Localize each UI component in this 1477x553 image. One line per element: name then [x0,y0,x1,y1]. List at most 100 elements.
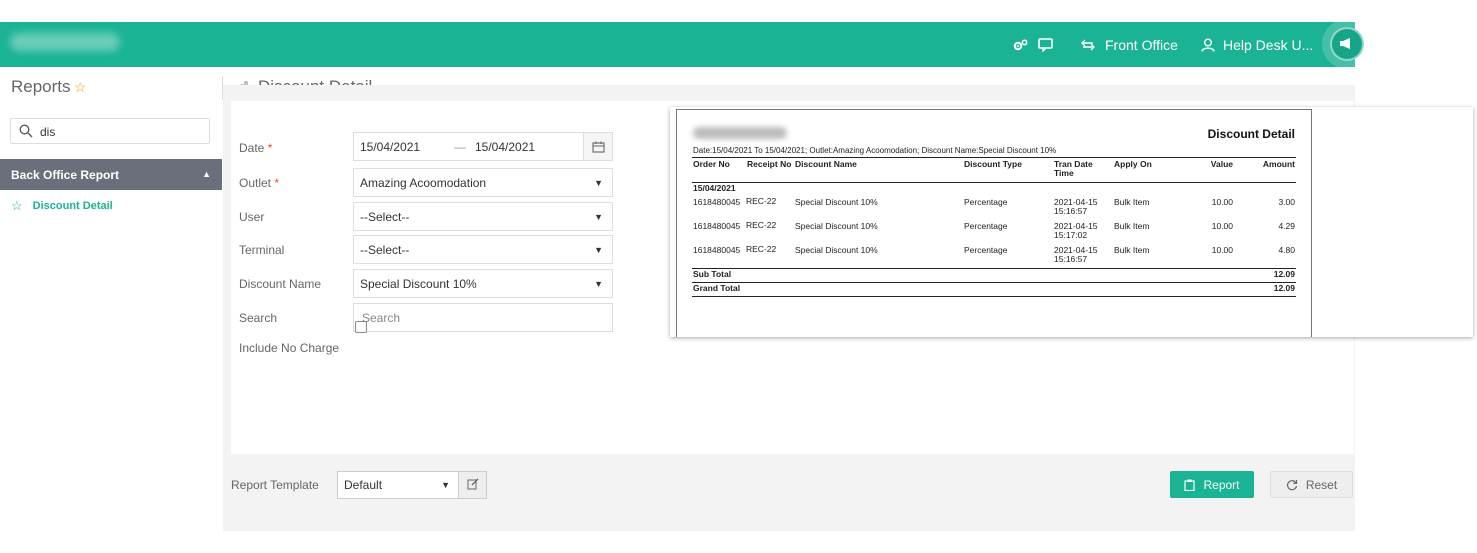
cell-name: Special Discount 10% [795,197,878,207]
terminal-label: Terminal [239,243,285,257]
sidebar-search-input[interactable] [38,122,202,142]
report-title: Discount Detail [1207,127,1295,141]
sub-total-value: 12.09 [1273,269,1295,279]
sidebar-item-discount-detail[interactable]: ☆ Discount Detail [11,198,113,214]
reset-button[interactable]: Reset [1270,471,1353,498]
section-back-office-report[interactable]: Back Office Report ▲ [0,159,222,190]
clipboard-icon [1184,479,1196,491]
dropdown-arrow-icon: ▼ [594,212,603,222]
cell-order: 1618480045 [693,245,741,255]
section-label: Back Office Report [11,167,120,182]
cell-type: Percentage [964,245,1008,255]
cell-type: Percentage [964,197,1008,207]
report-company-name-blurred [693,127,787,139]
chat-icon[interactable] [1038,22,1054,67]
settings-icon[interactable] [1013,22,1029,67]
switch-arrows-icon [1081,39,1095,51]
sidebar-title: Reports [11,77,71,96]
cell-apply: Bulk Item [1114,245,1150,255]
col-amount: Amount [1262,159,1295,169]
cell-type: Percentage [964,221,1008,231]
front-office-label: Front Office [1105,36,1178,53]
sidebar-search[interactable] [10,118,210,144]
outlet-label: Outlet * [239,176,280,190]
report-button[interactable]: Report [1170,471,1254,498]
sidebar: Reports ☆ Back Office Report ▲ ☆ Discoun… [0,67,222,553]
report-document: Discount Detail Date:15/04/2021 To 15/04… [676,109,1312,337]
front-office-link[interactable]: Front Office [1081,22,1178,67]
favorite-star-icon[interactable]: ☆ [74,79,87,96]
cell-value: 10.00 [1211,197,1233,207]
report-rule [692,282,1296,283]
outlet-value: Amazing Acoomodation [360,175,487,190]
user-select[interactable]: --Select-- ▼ [353,202,613,231]
search-icon [19,124,33,141]
star-icon: ☆ [11,198,23,213]
megaphone-icon [1330,27,1364,61]
user-icon [1201,38,1215,52]
sub-total-label: Sub Total [693,269,732,279]
search-label: Search [239,311,278,325]
search-input[interactable] [360,309,604,326]
terminal-select[interactable]: --Select-- ▼ [353,235,613,264]
report-filter-line: Date:15/04/2021 To 15/04/2021; Outlet:Am… [693,146,1057,155]
report-rule [692,268,1296,269]
dropdown-arrow-icon: ▼ [594,178,603,188]
sidebar-item-label: Discount Detail [32,200,113,212]
user-value: --Select-- [360,209,410,224]
refresh-icon [1286,479,1297,490]
cell-time: 15:16:57 [1054,254,1088,264]
cell-value: 10.00 [1211,245,1233,255]
outlet-select[interactable]: Amazing Acoomodation ▼ [353,168,613,197]
discount-name-value: Special Discount 10% [360,276,477,291]
discount-name-label: Discount Name [239,277,322,291]
cell-time: 15:16:57 [1054,206,1088,216]
cell-receipt: REC-22 [746,220,777,230]
col-value: Value [1210,159,1233,169]
user-label: User [239,210,265,224]
col-discount-type: Discount Type [964,159,1022,169]
cell-amount: 4.29 [1278,221,1295,231]
announcement-button[interactable] [1318,19,1372,69]
discount-name-select[interactable]: Special Discount 10% ▼ [353,269,613,298]
dropdown-arrow-icon: ▼ [594,245,603,255]
date-to-input[interactable]: 15/04/2021 [475,140,535,154]
cell-name: Special Discount 10% [795,245,878,255]
brand-logo-blurred [10,33,120,51]
cell-order: 1618480045 [693,197,741,207]
report-template-label: Report Template [231,478,319,492]
cell-value: 10.00 [1211,221,1233,231]
reset-button-label: Reset [1305,477,1338,492]
collapse-caret-icon: ▲ [202,169,211,179]
dropdown-arrow-icon: ▼ [594,279,603,289]
edit-template-button[interactable] [458,471,487,499]
cell-apply: Bulk Item [1114,197,1150,207]
help-desk-label: Help Desk U... [1223,36,1314,53]
dropdown-arrow-icon: ▼ [441,480,450,490]
grand-total-value: 12.09 [1273,283,1295,293]
include-no-charge-checkbox[interactable] [355,321,367,333]
date-range-field[interactable]: 15/04/2021 — 15/04/2021 [353,132,613,161]
cell-receipt: REC-22 [746,196,777,206]
col-receipt-no: Receipt No [747,159,792,169]
date-label: Date * [239,141,273,155]
cell-receipt: REC-22 [746,244,777,254]
report-template-value: Default [344,478,383,492]
date-range-dash: — [454,140,466,154]
col-order-no: Order No [693,159,730,169]
search-field[interactable] [353,303,613,332]
report-rule [692,296,1296,297]
calendar-icon[interactable] [583,133,612,160]
terminal-value: --Select-- [360,242,410,257]
cell-name: Special Discount 10% [795,221,878,231]
help-desk-user-menu[interactable]: Help Desk U... [1201,22,1313,67]
date-from-input[interactable]: 15/04/2021 [360,140,420,154]
cell-amount: 4.80 [1278,245,1295,255]
report-template-select[interactable]: Default ▼ [337,471,459,499]
cell-time: 15:17:02 [1054,230,1088,240]
report-rule [692,157,1296,158]
edit-icon [467,478,479,493]
col-tran-time: Time [1054,168,1074,178]
report-button-label: Report [1203,477,1240,492]
top-bar: Front Office Help Desk U... [0,19,1372,69]
